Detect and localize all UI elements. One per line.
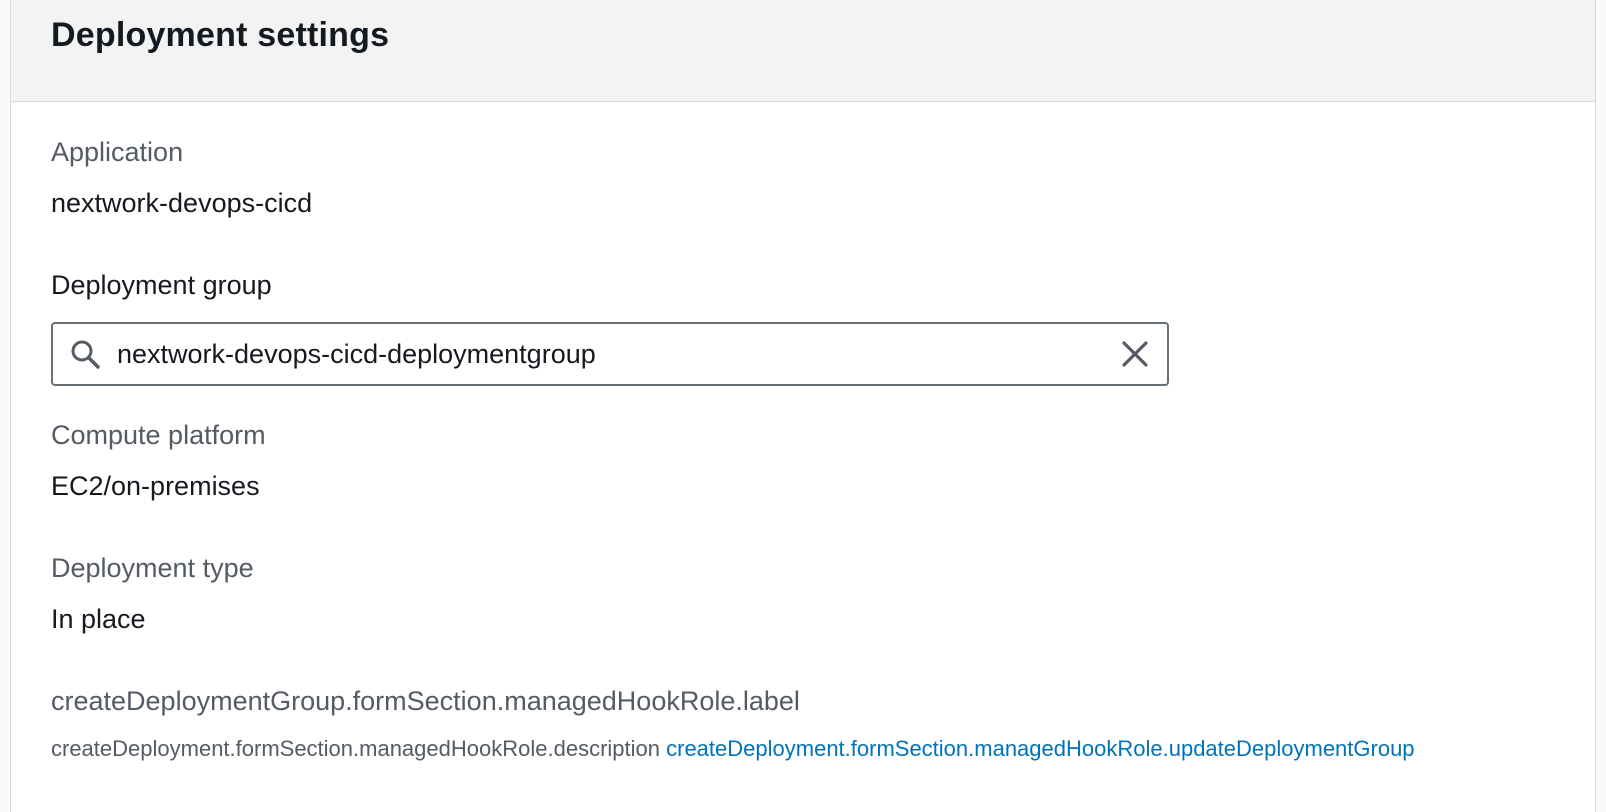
panel-header: Deployment settings	[11, 0, 1595, 102]
managed-hook-role-description: createDeployment.formSection.managedHook…	[51, 734, 1571, 764]
application-value: nextwork-devops-cicd	[51, 188, 313, 218]
deployment-type-value: In place	[51, 604, 146, 634]
search-icon	[71, 340, 100, 369]
close-icon[interactable]	[1119, 338, 1151, 370]
managed-hook-role-description-text: createDeployment.formSection.managedHook…	[51, 736, 660, 761]
application-label: Application	[51, 137, 184, 167]
deployment-settings-panel: Deployment settings Application nextwork…	[10, 0, 1596, 812]
deployment-group-search-field[interactable]	[51, 322, 1169, 386]
deployment-group-label: Deployment group	[51, 270, 272, 300]
deployment-type-label: Deployment type	[51, 553, 254, 583]
deployment-group-input[interactable]	[117, 330, 1077, 378]
managed-hook-role-label: createDeploymentGroup.formSection.manage…	[51, 686, 800, 716]
compute-platform-value: EC2/on-premises	[51, 471, 260, 501]
compute-platform-label: Compute platform	[51, 420, 266, 450]
panel-title: Deployment settings	[51, 16, 390, 54]
update-deployment-group-link[interactable]: createDeployment.formSection.managedHook…	[666, 736, 1414, 761]
